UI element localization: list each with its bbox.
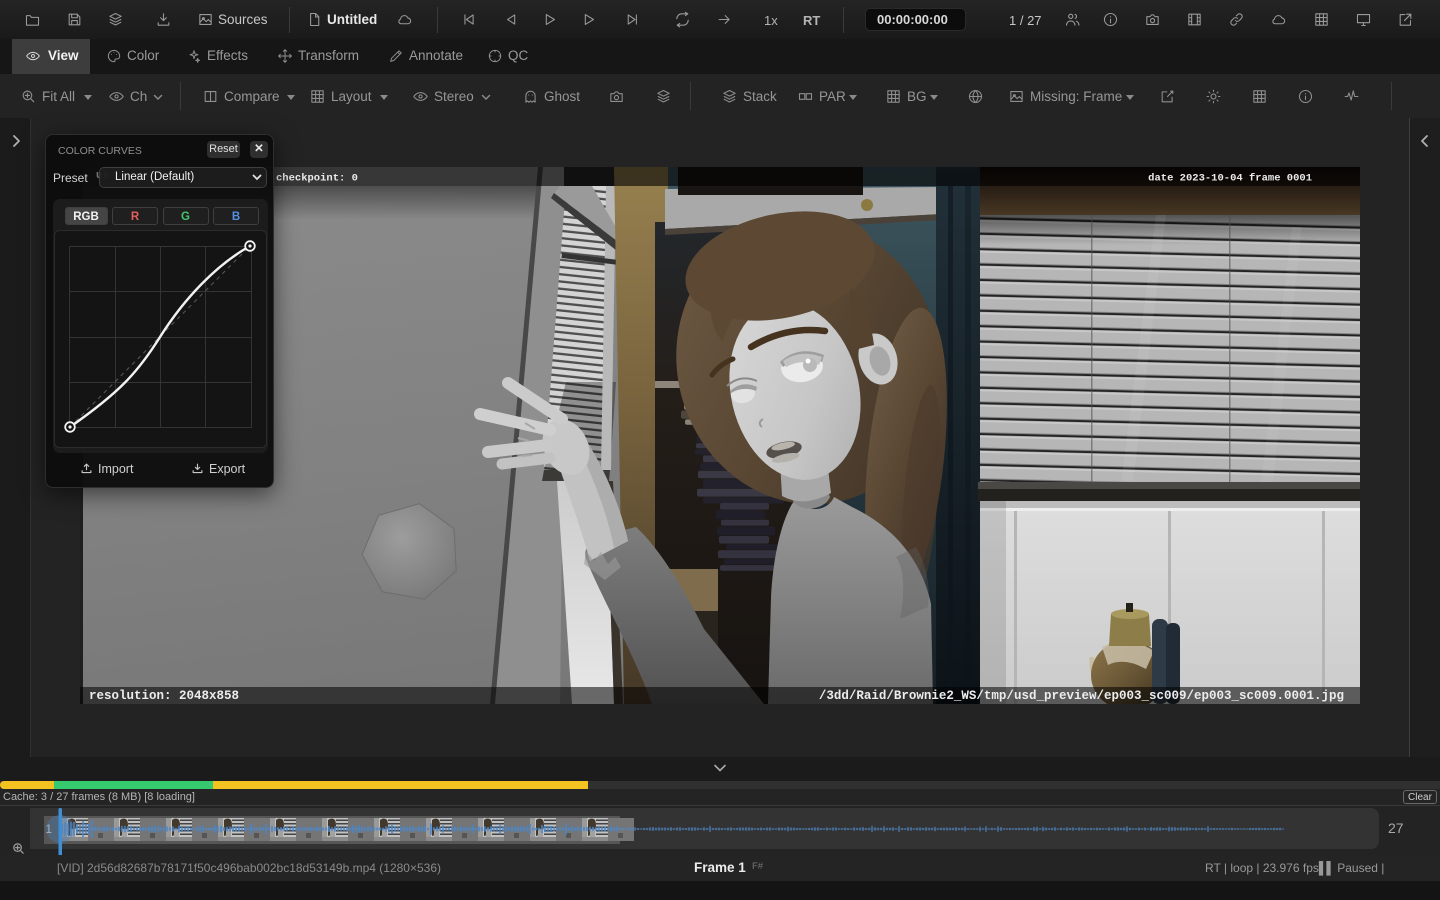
svg-text:resolution: 2048x858: resolution: 2048x858 — [89, 689, 239, 703]
svg-text:date 2023-10-04 frame 0001: date 2023-10-04 frame 0001 — [1148, 173, 1312, 185]
svg-text:1: 1 — [45, 822, 52, 836]
svg-text:checkpoint: 0: checkpoint: 0 — [276, 173, 358, 185]
svg-text:/3dd/Raid/Brownie2_WS/tmp/usd_: /3dd/Raid/Brownie2_WS/tmp/usd_preview/ep… — [819, 689, 1344, 703]
